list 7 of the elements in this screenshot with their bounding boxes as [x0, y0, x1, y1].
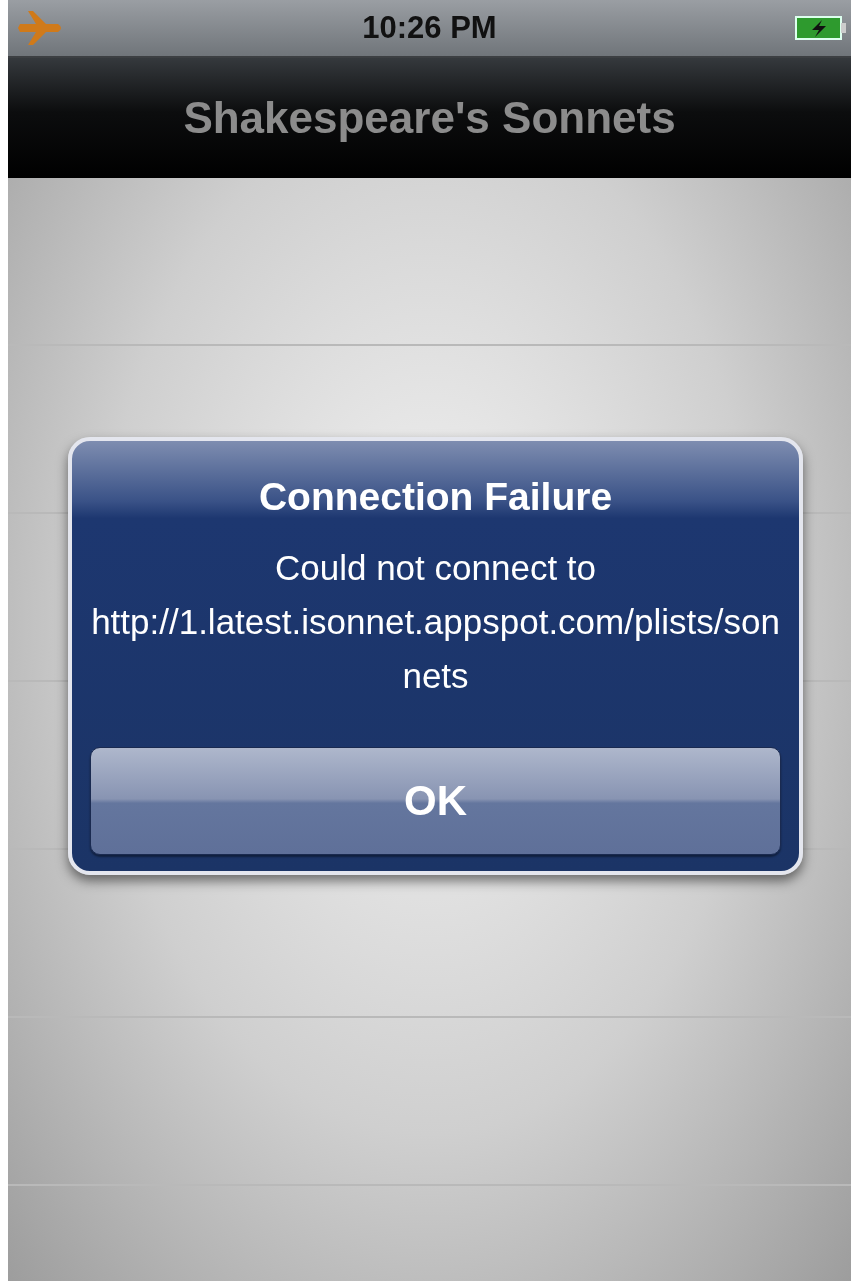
ok-button[interactable]: OK — [90, 747, 781, 855]
battery-icon — [795, 14, 847, 42]
status-time: 10:26 PM — [362, 10, 497, 46]
airplane-icon — [18, 10, 64, 46]
alert-title: Connection Failure — [258, 475, 613, 519]
alert-message: Could not connect to http://1.latest.isonnet.appspot.com/plists/sonnets — [90, 547, 781, 697]
nav-title: Shakespeare's Sonnets — [183, 93, 676, 143]
